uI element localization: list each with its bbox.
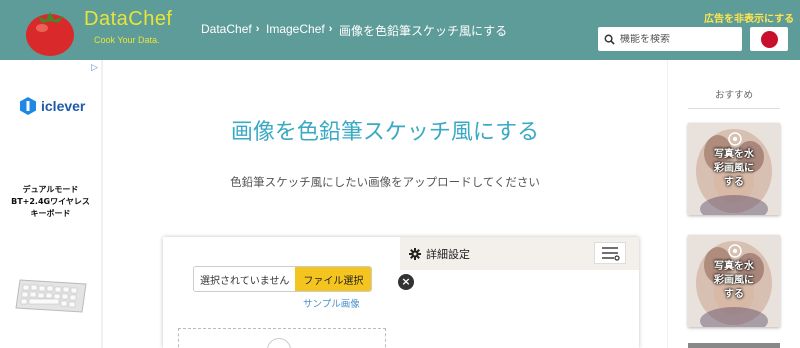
file-select-button[interactable]: ファイル選択 [295,267,372,291]
header: DataChef Cook Your Data. DataChef › Imag… [0,0,800,60]
tool-panel: 選択されていません ファイル選択 サンプル画像 詳細設定 × [163,237,639,348]
language-button[interactable] [750,27,788,51]
ad-copy-line: デュアルモード [22,185,79,194]
divider [688,108,780,109]
breadcrumb-imagechef[interactable]: ImageChef › [266,22,332,36]
recommend-card-partial[interactable] [688,343,780,348]
caption-line: する [724,177,744,188]
keyboard-product-image [15,279,87,313]
caption-line: する [724,289,744,300]
ad-choices-icon[interactable]: ▷ [91,63,98,73]
main-content: 画像を色鉛筆スケッチ風にする 色鉛筆スケッチ風にしたい画像をアップロードしてくだ… [103,60,667,348]
sample-image-link[interactable]: サンプル画像 [303,296,360,310]
advanced-settings-label: 詳細設定 [426,247,470,261]
caption-line: 彩画風に [714,275,754,286]
advertiser-logo[interactable]: iclever [18,96,85,116]
caption-line: 彩画風に [714,163,754,174]
settings-menu-button[interactable] [594,242,626,264]
japan-flag-icon [760,30,778,48]
left-advertisement[interactable]: ▷ iclever デュアルモード BT+2.4Gワイヤレス キーボード [0,60,101,348]
breadcrumb-current: 画像を色鉛筆スケッチ風にする [339,22,507,39]
page-subtitle: 色鉛筆スケッチ風にしたい画像をアップロードしてください [230,175,540,189]
gear-icon [409,247,421,260]
recommend-card[interactable]: 写真を水 彩画風に する [688,123,780,215]
recommend-card[interactable]: 写真を水 彩画風に する [688,235,780,327]
ad-copy-line: キーボード [30,209,71,218]
chevron-right-icon: › [255,23,260,35]
chevron-right-icon: › [328,23,333,35]
brand-name[interactable]: DataChef [84,8,173,31]
ad-copy: デュアルモード BT+2.4Gワイヤレス キーボード [0,184,101,220]
recommend-title: おすすめ [714,90,753,101]
breadcrumb-label[interactable]: ImageChef [266,22,325,36]
search-icon [604,34,615,45]
file-status: 選択されていません [194,267,296,291]
page-title: 画像を色鉛筆スケッチ風にする [230,120,540,145]
search-input[interactable] [620,33,736,45]
recommend-caption: 写真を水 彩画風に する [688,123,780,215]
advertiser-name: iclever [41,98,86,114]
caption-line: 写真を水 [714,149,754,160]
advanced-settings-header[interactable]: 詳細設定 [400,237,639,270]
hide-ads-link[interactable]: 広告を非表示にする [704,10,794,25]
brand-tagline: Cook Your Data. [94,35,160,45]
tomato-logo-icon[interactable] [24,4,78,58]
breadcrumb-label: 画像を色鉛筆スケッチ風にする [339,24,508,38]
file-input[interactable]: 選択されていません ファイル選択 [193,266,373,292]
caption-line: 写真を水 [714,261,754,272]
ad-copy-line: BT+2.4Gワイヤレス [11,197,90,206]
breadcrumb-datachef[interactable]: DataChef › [201,22,259,36]
recommend-caption: 写真を水 彩画風に する [688,235,780,327]
right-sidebar: おすすめ 写真を水 彩画風に する 写真を水 彩画風に する [668,60,800,348]
iclever-logo-icon [20,97,36,115]
close-icon[interactable]: × [398,274,414,290]
breadcrumb-label[interactable]: DataChef [201,22,252,36]
search-box[interactable] [598,27,742,51]
sliders-menu-icon [602,247,620,261]
